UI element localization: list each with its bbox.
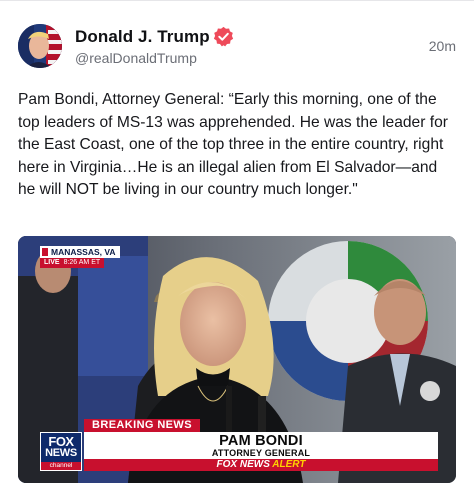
location-tag: MANASSAS, VA bbox=[40, 246, 120, 258]
post-body-text: Pam Bondi, Attorney General: “Early this… bbox=[18, 91, 448, 199]
live-badge: LIVE 8:26 AM ET bbox=[40, 258, 105, 268]
breaking-news-banner: BREAKING NEWS bbox=[84, 419, 200, 432]
fox-news-alert-bar: FOX NEWS ALERT bbox=[84, 459, 438, 471]
logo-news: NEWS bbox=[45, 447, 77, 459]
logo-channel: channel bbox=[41, 462, 81, 470]
live-time: 8:26 AM ET bbox=[63, 259, 101, 266]
chyron-name: PAM BONDI bbox=[219, 433, 303, 449]
post-media-video[interactable]: MANASSAS, VA LIVE 8:26 AM ET BREAKING NE… bbox=[18, 236, 456, 483]
author-handle[interactable]: @realDonaldTrump bbox=[75, 50, 197, 66]
author-name[interactable]: Donald J. Trump bbox=[75, 27, 210, 47]
chyron-title: ATTORNEY GENERAL bbox=[211, 448, 311, 458]
location-marker-icon bbox=[42, 248, 48, 256]
alert-word: ALERT bbox=[272, 459, 306, 470]
profile-avatar[interactable] bbox=[18, 24, 62, 68]
post-timestamp[interactable]: 20m bbox=[429, 38, 456, 54]
location-text: MANASSAS, VA bbox=[51, 247, 116, 257]
alert-fox-news: FOX NEWS bbox=[216, 459, 270, 470]
verified-badge-icon bbox=[213, 26, 234, 47]
top-divider bbox=[0, 0, 474, 1]
avatar-image bbox=[18, 24, 62, 68]
fox-news-logo: FOX NEWS channel bbox=[40, 432, 82, 471]
chyron: PAM BONDI ATTORNEY GENERAL bbox=[84, 432, 438, 459]
live-label: LIVE bbox=[44, 259, 60, 266]
